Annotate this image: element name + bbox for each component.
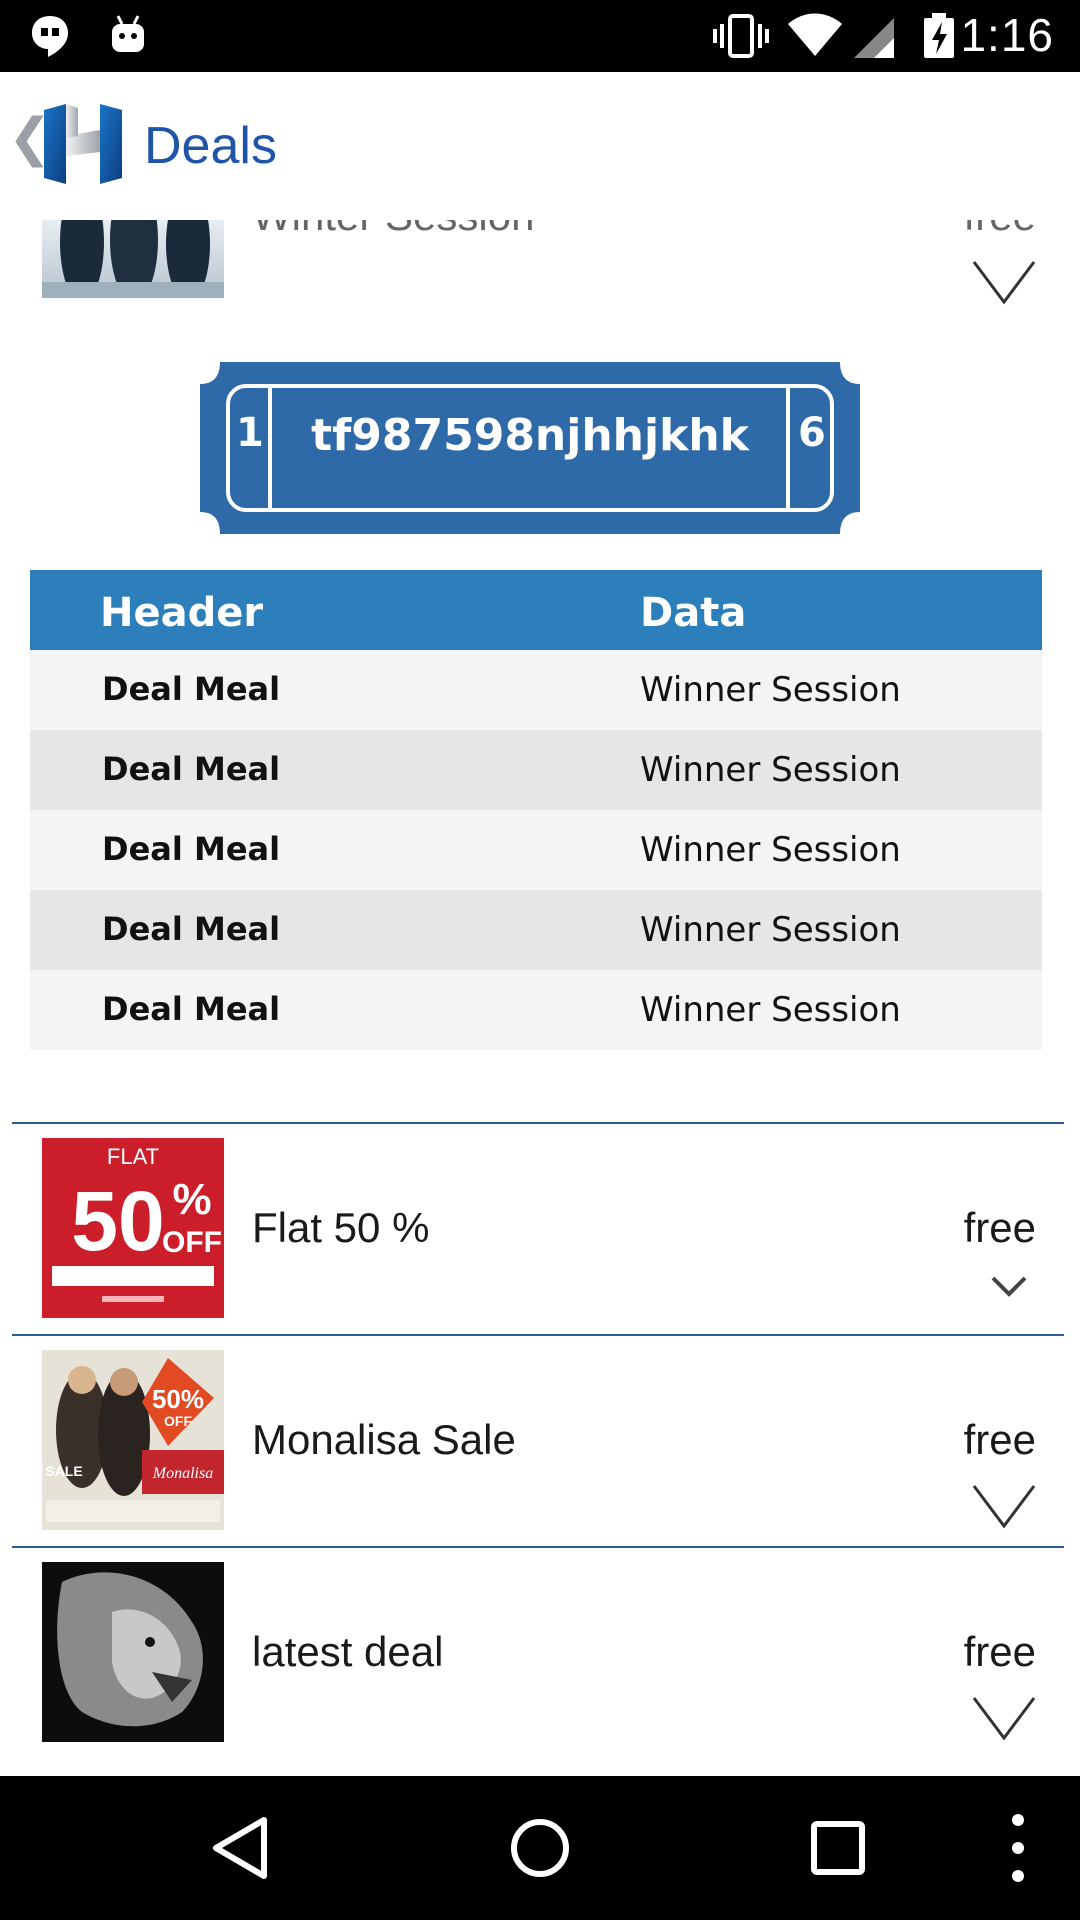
deal-thumbnail: 50% OFF Monalisa SALE [42, 1350, 224, 1530]
hangouts-icon [32, 16, 68, 57]
chevron-down-icon[interactable] [972, 258, 1036, 306]
deal-price: free [963, 1204, 1036, 1251]
table-row: Deal Meal Winner Session [30, 730, 1042, 810]
status-time: 1:16 [960, 9, 1054, 61]
deal-item-flat-50[interactable]: FLAT 50 % OFF Flat 50 % free [0, 1124, 1080, 1334]
deals-list[interactable]: Winter Session free 1 tf987598njhhjkhk 6… [0, 220, 1080, 1776]
thumb-text: FLAT [107, 1144, 159, 1169]
thumb-text: Monalisa [152, 1465, 213, 1482]
deal-price: free [963, 1628, 1036, 1675]
signal-icon [854, 18, 894, 58]
thumb-text: OFF [164, 1413, 192, 1429]
deal-thumbnail: FLAT 50 % OFF [42, 1138, 224, 1318]
home-circle-icon[interactable] [498, 1806, 582, 1890]
deal-item-monalisa-sale[interactable]: 50% OFF Monalisa SALE Monalisa Sale free [0, 1336, 1080, 1546]
lion-image [42, 1562, 224, 1742]
wifi-icon [788, 13, 842, 56]
thumb-text: OFF [162, 1226, 222, 1259]
thumb-text: SALE [45, 1463, 82, 1479]
table-cell: Winner Session [640, 910, 901, 950]
coupon-code: tf987598njhhjkhk [311, 410, 749, 461]
table-cell: Winner Session [640, 750, 901, 790]
android-icon [112, 15, 144, 52]
table-cell: Deal Meal [102, 750, 281, 788]
app-logo[interactable] [42, 100, 124, 188]
table-cell: Winner Session [640, 830, 901, 870]
coupon-right-number: 6 [798, 410, 826, 456]
deal-details-table: Header Data Deal Meal Winner Session Dea… [30, 570, 1042, 1050]
deal-price: free [964, 220, 1036, 240]
table-row: Deal Meal Winner Session [30, 970, 1042, 1050]
deal-title: latest deal [252, 1628, 444, 1675]
deal-item-winter-session[interactable]: Winter Session free [0, 220, 1080, 308]
table-cell: Deal Meal [102, 910, 281, 948]
table-cell: Winner Session [640, 670, 901, 710]
vibrate-icon [713, 14, 769, 58]
table-cell: Winner Session [640, 990, 901, 1030]
deal-title: Flat 50 % [252, 1204, 430, 1251]
svg-text:50: 50 [71, 1174, 164, 1268]
page-title: Deals [144, 117, 277, 175]
table-row: Deal Meal Winner Session [30, 890, 1042, 970]
deal-title: Monalisa Sale [252, 1416, 516, 1463]
back-triangle-icon[interactable] [198, 1806, 282, 1890]
table-cell: Deal Meal [102, 670, 281, 708]
coupon-ticket[interactable]: 1 tf987598njhhjkhk 6 [200, 362, 860, 534]
svg-text:%: % [172, 1175, 211, 1224]
table-cell: Deal Meal [102, 990, 281, 1028]
chevron-down-icon[interactable] [990, 1274, 1028, 1298]
deal-thumbnail [42, 220, 224, 298]
navigation-bar [0, 1776, 1080, 1920]
table-row: Deal Meal Winner Session [30, 650, 1042, 730]
table-row: Deal Meal Winner Session [30, 810, 1042, 890]
overflow-menu-icon[interactable] [976, 1806, 1060, 1890]
deal-item-latest-deal[interactable]: latest deal free [0, 1548, 1080, 1758]
battery-charging-icon [924, 13, 954, 58]
status-bar: 1:16 [0, 0, 1080, 72]
recents-square-icon[interactable] [796, 1806, 880, 1890]
column-header: Data [640, 590, 747, 636]
table-header: Header Data [30, 570, 1042, 650]
chevron-down-icon[interactable] [972, 1482, 1036, 1530]
deal-title: Winter Session [252, 220, 534, 240]
column-header: Header [100, 590, 264, 636]
thumb-text: 50% [152, 1384, 204, 1414]
app-bar: ❮ Deals [0, 72, 1080, 220]
table-cell: Deal Meal [102, 830, 281, 868]
chevron-down-icon[interactable] [972, 1694, 1036, 1742]
deal-price: free [963, 1416, 1036, 1463]
